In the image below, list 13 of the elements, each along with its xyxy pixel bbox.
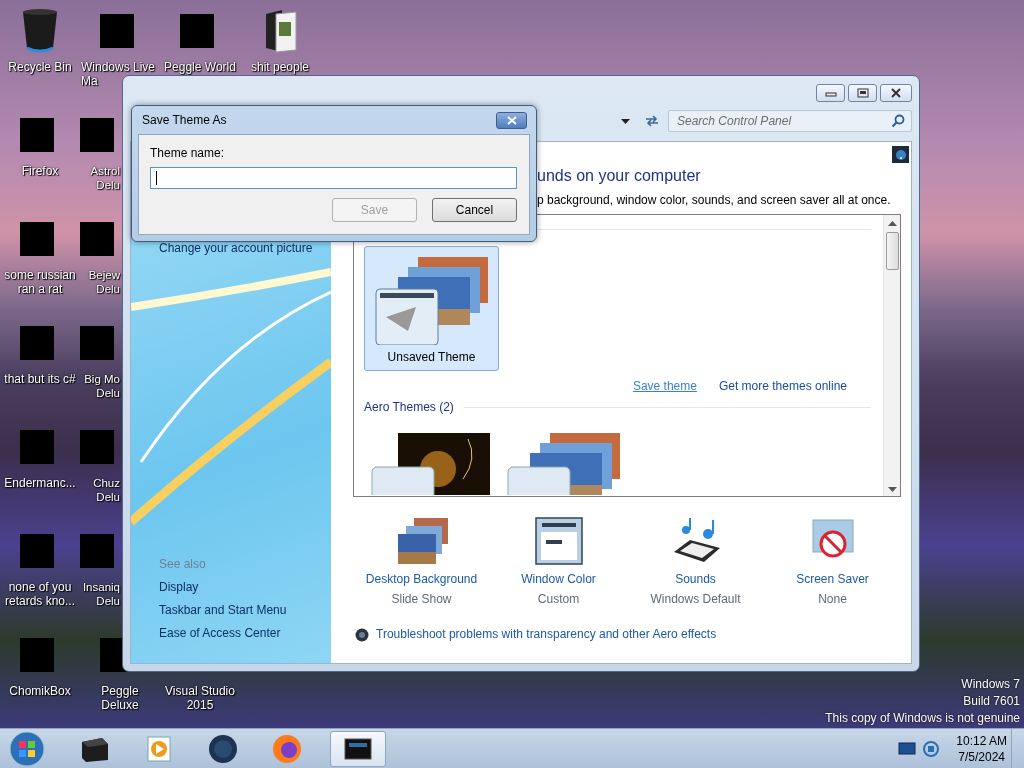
setting-value: Custom bbox=[537, 592, 580, 606]
notice-text: Windows 7 bbox=[961, 676, 1020, 693]
notice-text: This copy of Windows is not genuine bbox=[825, 710, 1020, 727]
field-label: Theme name: bbox=[150, 146, 225, 161]
notice-text: Build 7601 bbox=[963, 693, 1020, 710]
setting-value: Windows Default bbox=[650, 592, 741, 606]
group-heading: Aero Themes (2) bbox=[364, 400, 454, 415]
setting-value: Slide Show bbox=[391, 592, 452, 606]
setting-value: None bbox=[818, 592, 847, 606]
page-heading: unds on your computer bbox=[537, 166, 702, 185]
section-heading: See also bbox=[159, 557, 206, 572]
dialog-title: Save Theme As bbox=[142, 112, 227, 128]
page-description: p background, window color, sounds, and screen saver all at once. bbox=[537, 193, 892, 208]
